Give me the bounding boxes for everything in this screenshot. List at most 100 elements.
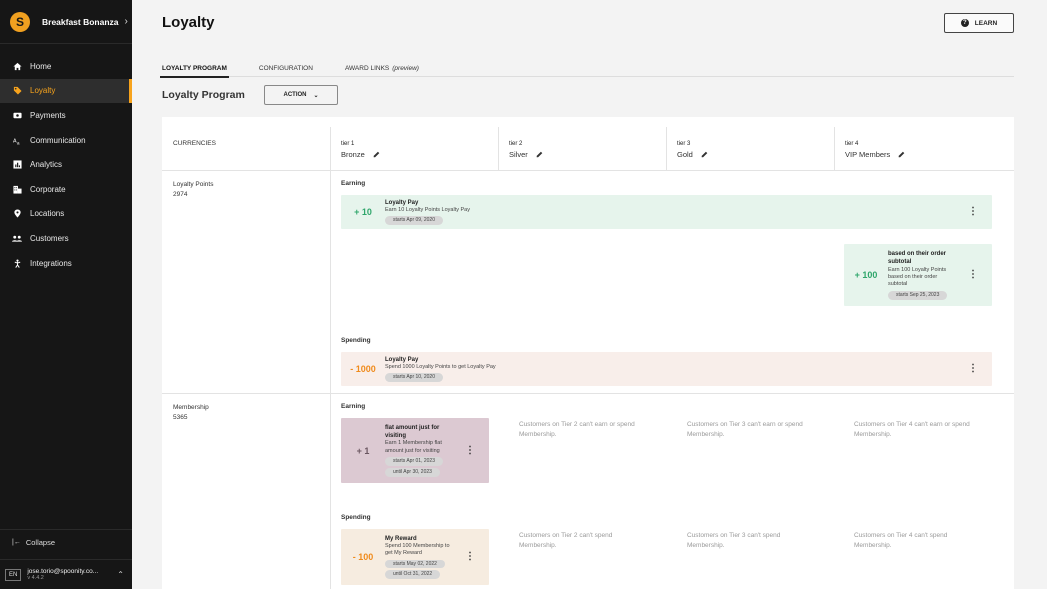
tier-name-label: Gold — [677, 150, 693, 159]
tab-loyalty-program[interactable]: LOYALTY PROGRAM — [160, 60, 229, 78]
spend-rule-card[interactable]: - 100 My Reward Spend 100 Membership to … — [341, 529, 489, 585]
tier-number: tier 2 — [509, 141, 523, 147]
tier-name: Bronze — [341, 150, 380, 159]
tier-name: Silver — [509, 150, 543, 159]
earn-rule-card[interactable]: + 100 based on their order subtotal Earn… — [844, 244, 992, 306]
currency-value: 5365 — [173, 413, 188, 421]
main-content: Loyalty ? LEARN LOYALTY PROGRAM CONFIGUR… — [132, 0, 1047, 589]
tab-suffix: (preview) — [392, 65, 419, 72]
rule-description: Spend 100 Membership to get My Reward — [385, 542, 450, 557]
earning-label: Earning — [341, 403, 366, 410]
rule-description: Spend 1000 Loyalty Points to get Loyalty… — [385, 363, 496, 370]
sidebar-item-label: Analytics — [30, 160, 63, 170]
tier-divider — [666, 127, 667, 171]
tab-award-links[interactable]: AWARD LINKS (preview) — [345, 60, 419, 77]
rule-start-date: starts Apr 01, 2023 — [385, 457, 443, 467]
sidebar-item-corporate[interactable]: Corporate — [0, 177, 132, 202]
sidebar-item-communication[interactable]: Aa Communication — [0, 128, 132, 153]
sidebar-item-label: Integrations — [30, 258, 72, 268]
rule-title: based on their order subtotal — [888, 251, 947, 266]
rule-amount: + 100 — [854, 270, 878, 280]
sidebar-item-integrations[interactable]: Integrations — [0, 251, 132, 276]
action-label: ACTION — [283, 92, 307, 98]
rule-description: Earn 100 Loyalty Points based on their o… — [888, 266, 947, 288]
rule-end-date: until Apr 30, 2023 — [385, 468, 440, 477]
sidebar-item-payments[interactable]: Payments — [0, 103, 132, 128]
column-divider — [330, 127, 331, 589]
chevron-right-icon: › — [124, 16, 128, 27]
tier-2-spend-unavailable: Customers on Tier 2 can't spend Membersh… — [519, 532, 613, 550]
tag-icon — [12, 86, 22, 96]
currency-value: 2974 — [173, 190, 188, 198]
user-menu[interactable]: EN jose.torio@spoonity.co... v 4.4.2 ⌃ — [0, 559, 132, 589]
rule-amount: - 1000 — [350, 364, 376, 374]
sidebar-item-label: Corporate — [30, 184, 66, 194]
app-version: v 4.4.2 — [27, 575, 44, 582]
tier-4-header: tier 4 VIP Members — [845, 141, 905, 159]
more-options-icon[interactable]: ⋮ — [968, 270, 978, 280]
rule-amount: + 1 — [356, 445, 370, 456]
help-icon: ? — [960, 19, 969, 27]
sidebar-item-label: Customers — [30, 233, 69, 243]
language-badge[interactable]: EN — [5, 568, 22, 581]
earn-rule-card[interactable]: + 10 Loyalty Pay Earn 10 Loyalty Points … — [341, 195, 992, 229]
tier-name-label: Silver — [509, 150, 528, 159]
brand-logo-icon: S — [10, 11, 30, 32]
learn-button[interactable]: ? LEARN — [944, 13, 1014, 33]
rule-details: Loyalty Pay Spend 1000 Loyalty Points to… — [385, 356, 496, 383]
sidebar-item-analytics[interactable]: Analytics — [0, 152, 132, 177]
more-options-icon[interactable]: ⋮ — [465, 552, 475, 562]
page-title: Loyalty — [162, 14, 215, 31]
currencies-header: CURRENCIES — [173, 140, 216, 147]
more-options-icon[interactable]: ⋮ — [968, 207, 978, 217]
sidebar-item-home[interactable]: Home — [0, 54, 132, 79]
sidebar-item-label: Home — [30, 61, 52, 71]
location-pin-icon — [12, 209, 22, 219]
edit-pencil-icon[interactable] — [898, 151, 905, 158]
tab-label: AWARD LINKS — [344, 65, 390, 72]
collapse-icon: |← — [12, 539, 21, 546]
customers-icon — [12, 233, 22, 243]
spend-rule-card[interactable]: - 1000 Loyalty Pay Spend 1000 Loyalty Po… — [341, 352, 992, 386]
edit-pencil-icon[interactable] — [701, 151, 708, 158]
brand-switcher[interactable]: S Breakfast Bonanza › — [0, 0, 132, 44]
sidebar-item-label: Locations — [30, 209, 65, 219]
action-dropdown-button[interactable]: ACTION ⌄ — [264, 85, 338, 105]
tier-3-spend-unavailable: Customers on Tier 3 can't spend Membersh… — [687, 532, 781, 550]
sidebar-item-locations[interactable]: Locations — [0, 202, 132, 227]
rule-title: flat amount just for visiting — [385, 425, 440, 440]
tier-3-header: tier 3 Gold — [677, 141, 708, 159]
currency-name: Membership — [173, 404, 209, 411]
sidebar-nav: Home Loyalty Payments Aa Communication A… — [0, 54, 132, 275]
rule-amount: + 10 — [354, 207, 372, 217]
tier-1-header: tier 1 Bronze — [341, 141, 380, 159]
collapse-button[interactable]: |← Collapse — [0, 529, 132, 555]
sidebar-item-loyalty[interactable]: Loyalty — [0, 78, 132, 104]
sidebar-item-label: Communication — [30, 135, 86, 145]
tab-configuration[interactable]: CONFIGURATION — [259, 60, 313, 77]
tier-2-header: tier 2 Silver — [509, 141, 543, 159]
sidebar: S Breakfast Bonanza › Home Loyalty Payme… — [0, 0, 132, 589]
edit-pencil-icon[interactable] — [373, 151, 380, 158]
payments-icon — [12, 110, 22, 120]
rule-start-date: starts Apr 09, 2020 — [385, 216, 443, 226]
rule-details: flat amount just for visiting Earn 1 Mem… — [385, 424, 455, 477]
header-divider — [162, 170, 1014, 171]
rule-amount: - 100 — [352, 552, 374, 562]
more-options-icon[interactable]: ⋮ — [465, 445, 475, 456]
edit-pencil-icon[interactable] — [536, 151, 543, 158]
tier-4-earn-unavailable: Customers on Tier 4 can't earn or spend … — [854, 421, 970, 439]
more-options-icon[interactable]: ⋮ — [968, 364, 978, 374]
sidebar-item-customers[interactable]: Customers — [0, 226, 132, 251]
user-info: jose.torio@spoonity.co... v 4.4.2 — [27, 568, 98, 582]
earning-label: Earning — [341, 180, 366, 187]
earn-rule-card[interactable]: + 1 flat amount just for visiting Earn 1… — [341, 418, 489, 483]
user-email: jose.torio@spoonity.co... — [27, 567, 99, 575]
tier-name-label: Bronze — [341, 150, 365, 159]
rule-title: Loyalty Pay — [385, 199, 419, 206]
spending-label: Spending — [341, 514, 371, 521]
tab-bar: LOYALTY PROGRAM CONFIGURATION AWARD LINK… — [160, 60, 1014, 78]
loyalty-program-table: CURRENCIES tier 1 Bronze tier 2 Silver t… — [162, 117, 1014, 589]
tab-label: CONFIGURATION — [258, 65, 313, 72]
corporate-icon — [12, 184, 22, 194]
